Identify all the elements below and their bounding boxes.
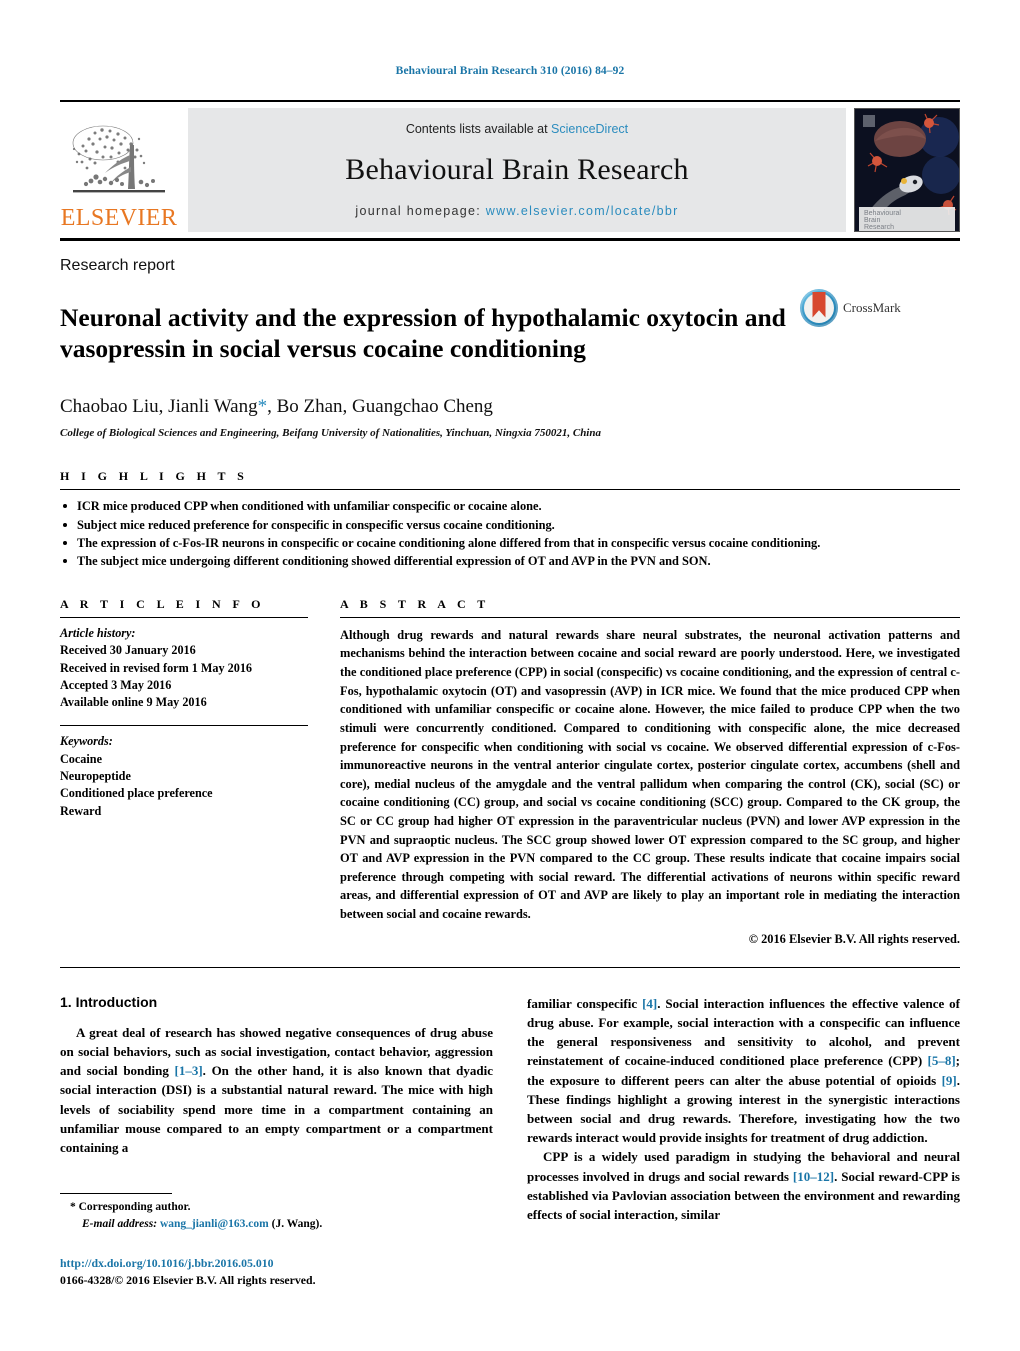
affiliation: College of Biological Sciences and Engin… bbox=[60, 427, 601, 440]
page-title: Neuronal activity and the expression of … bbox=[60, 302, 786, 364]
citation-link[interactable]: [4] bbox=[642, 996, 657, 1011]
footnote-marker: * bbox=[70, 1201, 76, 1214]
keywords-label: Keywords: bbox=[60, 734, 113, 749]
corresponding-author-marker[interactable]: * bbox=[258, 396, 268, 417]
history-item: Received in revised form 1 May 2016 bbox=[60, 660, 253, 675]
homepage-url-link[interactable]: www.elsevier.com/locate/bbr bbox=[486, 204, 679, 218]
body-column-right: familiar conspecific [4]. Social interac… bbox=[527, 994, 960, 1225]
cover-caption-1: Behavioural bbox=[864, 210, 901, 217]
article-info-column: A R T I C L E I N F O Article history: R… bbox=[60, 597, 308, 947]
issn-copyright-line: 0166-4328/© 2016 Elsevier B.V. All right… bbox=[60, 1272, 316, 1287]
cover-caption-2: Brain bbox=[864, 217, 880, 224]
article-info-rule bbox=[60, 616, 308, 618]
column-gap bbox=[308, 597, 340, 947]
citation-link[interactable]: [1–3] bbox=[175, 1063, 203, 1078]
keyword-item: Cocaine bbox=[60, 751, 102, 766]
elsevier-wordmark: ELSEVIER bbox=[60, 204, 178, 231]
body-columns: 1. Introduction A great deal of research… bbox=[60, 994, 960, 1225]
keyword-item: Conditioned place preference bbox=[60, 786, 213, 801]
contents-prefix: Contents lists available at bbox=[405, 121, 552, 136]
footnote-label: Corresponding author. bbox=[78, 1201, 191, 1214]
abstract-copyright: © 2016 Elsevier B.V. All rights reserved… bbox=[748, 931, 960, 946]
crossmark-label: CrossMark bbox=[843, 299, 901, 315]
abstract-heading: A B S T R A C T bbox=[340, 596, 490, 611]
citation-link[interactable]: [5–8] bbox=[927, 1053, 955, 1068]
elsevier-tree-icon bbox=[72, 125, 165, 192]
abstract-column: A B S T R A C T Although drug rewards an… bbox=[340, 597, 960, 947]
list-item: Subject mice reduced preference for cons… bbox=[60, 516, 960, 534]
crossmark-icon bbox=[800, 288, 838, 327]
doi-block: http://dx.doi.org/10.1016/j.bbr.2016.05.… bbox=[60, 1255, 500, 1289]
title-row: Neuronal activity and the expression of … bbox=[60, 285, 960, 383]
contents-line: Contents lists available at ScienceDirec… bbox=[406, 122, 628, 136]
history-item: Accepted 3 May 2016 bbox=[60, 677, 172, 692]
keywords-rule bbox=[60, 725, 308, 727]
email-label: E-mail address: bbox=[82, 1218, 158, 1231]
list-item: The expression of c-Fos-IR neurons in co… bbox=[60, 534, 960, 552]
article-history-block: Article history: Received 30 January 201… bbox=[60, 625, 308, 712]
history-item: Available online 9 May 2016 bbox=[60, 695, 207, 710]
citation-link[interactable]: [9] bbox=[942, 1073, 957, 1088]
intro-paragraph-left: A great deal of research has showed nega… bbox=[60, 1023, 493, 1158]
journal-homepage-line: journal homepage: www.elsevier.com/locat… bbox=[355, 204, 678, 218]
elsevier-logo: ELSEVIER bbox=[60, 108, 178, 232]
footnote-region: * Corresponding author. E-mail address: … bbox=[60, 1193, 500, 1289]
email-suffix: (J. Wang). bbox=[271, 1218, 323, 1231]
authors-secondary: , Bo Zhan, Guangchao Cheng bbox=[267, 396, 493, 418]
homepage-prefix: journal homepage: bbox=[355, 203, 486, 218]
article-info-heading: A R T I C L E I N F O bbox=[60, 596, 265, 611]
highlights-list: ICR mice produced CPP when conditioned w… bbox=[60, 497, 960, 570]
abstract-rule bbox=[340, 616, 960, 618]
sciencedirect-link[interactable]: ScienceDirect bbox=[551, 122, 628, 136]
cover-artwork: Behavioural Brain Research bbox=[855, 108, 959, 231]
intro-paragraph-right-1: familiar conspecific [4]. Social interac… bbox=[527, 994, 960, 1148]
history-item: Received 30 January 2016 bbox=[60, 643, 196, 658]
corresponding-author-note: * Corresponding author. bbox=[60, 1199, 500, 1216]
section-heading-introduction: 1. Introduction bbox=[60, 993, 158, 1010]
email-note: E-mail address: wang_jianli@163.com (J. … bbox=[60, 1216, 500, 1233]
article-history-label: Article history: bbox=[60, 625, 136, 640]
running-head: Behavioural Brain Research 310 (2016) 84… bbox=[395, 65, 625, 77]
body-column-left: 1. Introduction A great deal of research… bbox=[60, 994, 493, 1225]
doi-link[interactable]: http://dx.doi.org/10.1016/j.bbr.2016.05.… bbox=[60, 1255, 500, 1272]
journal-panel: Contents lists available at ScienceDirec… bbox=[188, 107, 846, 232]
article-type: Research report bbox=[60, 256, 175, 274]
journal-title: Behavioural Brain Research bbox=[345, 152, 689, 186]
keyword-item: Neuropeptide bbox=[60, 769, 131, 784]
highlights-rule bbox=[60, 489, 960, 491]
journal-cover-thumbnail: Behavioural Brain Research bbox=[854, 107, 960, 232]
highlights-section: H I G H L I G H T S ICR mice produced CP… bbox=[60, 469, 960, 570]
cover-caption-3: Research bbox=[864, 224, 894, 231]
highlights-heading: H I G H L I G H T S bbox=[60, 469, 249, 484]
keywords-block: Keywords: Cocaine Neuropeptide Condition… bbox=[60, 733, 308, 820]
authors-primary: Chaobao Liu, Jianli Wang bbox=[60, 396, 258, 418]
author-list: Chaobao Liu, Jianli Wang*, Bo Zhan, Guan… bbox=[60, 396, 960, 418]
intro-paragraph-right-2: CPP is a widely used paradigm in studyin… bbox=[527, 1147, 960, 1224]
paper-page: Behavioural Brain Research 310 (2016) 84… bbox=[0, 0, 1020, 1351]
journal-masthead: ELSEVIER Contents lists available at Sci… bbox=[60, 99, 960, 241]
list-item: ICR mice produced CPP when conditioned w… bbox=[60, 497, 960, 515]
abstract-text: Although drug rewards and natural reward… bbox=[340, 627, 960, 921]
email-link[interactable]: wang_jianli@163.com bbox=[160, 1218, 269, 1230]
keyword-item: Reward bbox=[60, 803, 102, 818]
crossmark-badge[interactable]: CrossMark bbox=[800, 288, 901, 327]
intro-right-text-a: familiar conspecific bbox=[527, 995, 643, 1011]
citation-link[interactable]: [10–12] bbox=[793, 1169, 834, 1184]
footnote-rule bbox=[60, 1193, 172, 1195]
list-item: The subject mice undergoing different co… bbox=[60, 552, 960, 570]
info-abstract-region: A R T I C L E I N F O Article history: R… bbox=[60, 597, 960, 947]
abstract-bottom-rule bbox=[60, 966, 960, 968]
